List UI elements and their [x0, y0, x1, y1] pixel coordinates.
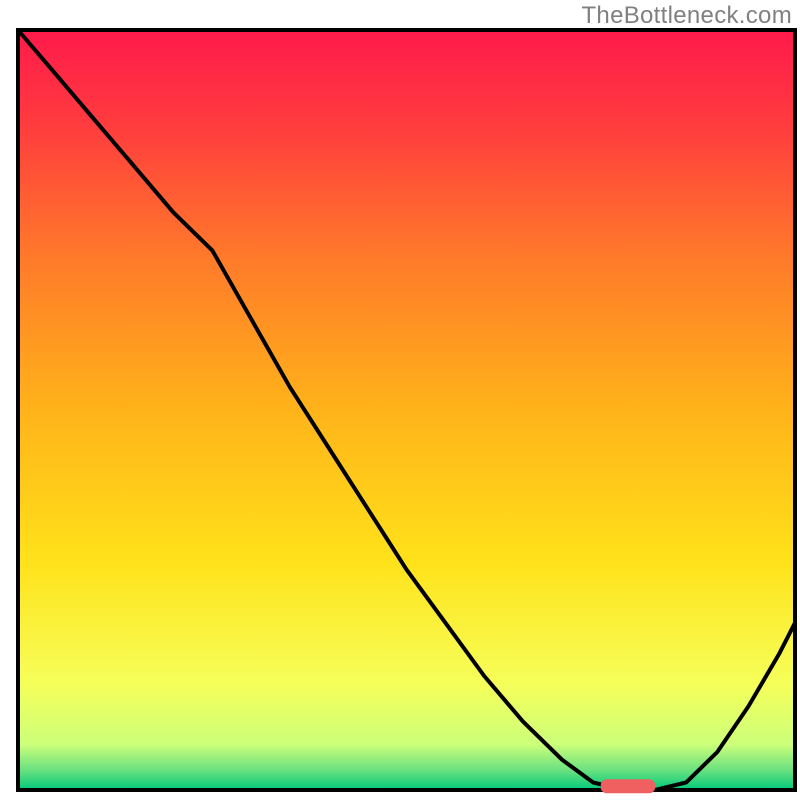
watermark-text: TheBottleneck.com: [581, 2, 792, 30]
bottleneck-chart: TheBottleneck.com: [0, 0, 800, 800]
optimal-zone-marker: [601, 779, 655, 793]
gradient-background: [18, 30, 795, 790]
chart-svg: [0, 0, 800, 800]
